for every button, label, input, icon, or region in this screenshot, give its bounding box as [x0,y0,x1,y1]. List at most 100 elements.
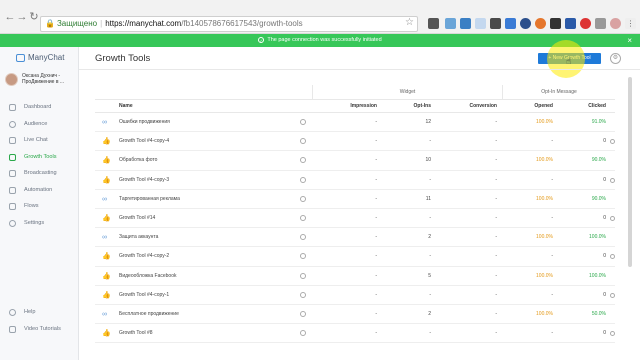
tool-name[interactable]: Growth Tool #4-copy-2 [119,247,169,266]
info-icon[interactable] [300,272,306,279]
back-icon[interactable]: ← [4,11,16,23]
table-row[interactable]: 👍 Growth Tool #4-copy-3 - - - - 0 [95,171,615,190]
extension-icon[interactable] [490,18,501,29]
sidebar-item-flows[interactable]: Flows [0,198,79,215]
like-icon[interactable]: 👍 [102,177,111,184]
tool-name[interactable]: Видеообложка Facebook [119,267,177,286]
info-icon[interactable] [610,331,615,337]
info-icon[interactable] [300,119,306,125]
table-row[interactable]: 👍 Growth Tool #14 - - - - 0 [95,209,615,229]
extension-icon[interactable] [520,18,531,29]
opened-value: 100.0% [536,234,553,241]
tool-name[interactable]: Обработка фото [119,151,157,170]
tool-name[interactable]: Growth Tool #4-copy-3 [119,171,169,190]
info-icon[interactable] [300,138,306,145]
table-row[interactable]: ∞ Защита аккаунта - 2 - 100.0% 100.0% [95,228,615,248]
link-icon[interactable]: ∞ [102,234,110,241]
info-icon[interactable] [300,157,306,164]
close-icon[interactable]: × [627,34,632,47]
like-icon[interactable]: 👍 [102,253,111,260]
info-icon[interactable] [610,254,615,260]
info-icon[interactable] [300,234,306,241]
link-icon[interactable]: ∞ [102,311,110,318]
table-row[interactable]: 👍 Growth Tool #8 - - - - 0 [95,324,615,344]
table-row[interactable]: 👍 Growth Tool #4-copy-4 - - - - 0 [95,132,615,152]
table-row[interactable]: ∞ Ошибки продвижения - 12 - 100.0% 91.0% [95,113,615,133]
optins-value: - [429,138,431,145]
forward-icon[interactable]: → [16,11,28,23]
info-icon[interactable] [300,214,306,221]
table-row[interactable]: ∞ Бесплатное продвижение - 2 - 100.0% 50.0% [95,305,615,325]
extension-icon[interactable] [565,18,576,29]
clicked-value: 0 [603,330,606,337]
tool-name[interactable]: Growth Tool #14 [119,209,155,228]
info-icon[interactable] [300,195,306,202]
sidebar-item-video-tutorials[interactable]: Video Tutorials [0,321,79,338]
extension-icon[interactable] [595,18,606,29]
table-row[interactable]: 👍 Growth Tool #4-copy-2 - - - - 0 [95,247,615,267]
extension-icon[interactable] [550,18,561,29]
info-icon[interactable] [300,253,306,260]
tool-name[interactable]: Ошибки продвижения [119,113,170,132]
extension-icon[interactable] [535,18,546,29]
sidebar-item-audience[interactable]: Audience [0,116,79,133]
table-row[interactable]: ∞ Таргетированная реклама - 11 - 100.0% 90.0% [95,190,615,209]
link-icon[interactable]: ∞ [102,196,110,203]
like-icon[interactable]: 👍 [102,273,111,280]
tool-name[interactable]: Growth Tool #8 [119,324,153,343]
brand-logo[interactable]: ManyChat [16,53,64,62]
table-row[interactable]: 👍 Growth Tool #4-copy-1 - - - - 0 [95,286,615,305]
like-icon[interactable]: 👍 [102,157,111,164]
table-column-header: Name Impression Opt-Ins Conversion Opene… [95,100,615,113]
bookmark-star-icon[interactable]: ☆ [405,17,414,28]
info-icon[interactable] [300,310,306,317]
info-icon[interactable] [300,330,306,337]
address-bar[interactable]: 🔒 Защищено | https://manychat.com/fb1405786… [40,16,418,32]
info-icon[interactable] [610,139,615,145]
sidebar-item-settings[interactable]: Settings [0,215,79,232]
sidebar-item-live-chat[interactable]: Live Chat [0,132,79,149]
sidebar-item-help[interactable]: Help [0,304,79,321]
extension-icon[interactable] [428,18,439,29]
col-opened[interactable]: Opened [517,100,553,113]
table-row[interactable]: 👍 Обработка фото - 10 - 100.0% 90.0% [95,151,615,171]
col-name[interactable]: Name [119,100,133,113]
conversion-value: - [495,195,497,202]
gear-icon[interactable]: ⚙ [610,53,621,64]
scrollbar[interactable] [628,77,632,267]
extension-icon[interactable] [445,18,456,29]
info-icon[interactable] [300,176,306,183]
optins-value: 2 [428,310,431,317]
tool-name[interactable]: Growth Tool #4-copy-1 [119,286,169,305]
sidebar-item-dashboard[interactable]: Dashboard [0,99,79,116]
extension-icon[interactable] [580,18,591,29]
table-row[interactable]: 👍 Видеообложка Facebook - 5 - 100.0% 100.0% [95,267,615,286]
link-icon[interactable]: ∞ [102,119,110,126]
col-optins[interactable]: Opt-Ins [395,100,432,113]
info-icon[interactable] [610,177,615,183]
tool-name[interactable]: Growth Tool #4-copy-4 [119,132,169,151]
extension-icon[interactable] [610,18,621,29]
col-impressions[interactable]: Impression [341,100,377,113]
info-icon[interactable] [610,292,615,298]
extension-icon[interactable] [475,18,486,29]
sidebar-item-broadcasting[interactable]: Broadcasting [0,165,79,182]
sidebar-item-growth-tools[interactable]: Growth Tools [0,149,79,166]
col-conversion[interactable]: Conversion [461,100,497,113]
tool-name[interactable]: Защита аккаунта [119,228,158,247]
info-icon[interactable] [610,215,615,221]
reload-icon[interactable]: ↻ [28,11,40,23]
sidebar-item-automation[interactable]: Automation [0,182,79,199]
like-icon[interactable]: 👍 [102,292,111,299]
info-icon[interactable] [300,291,306,298]
like-icon[interactable]: 👍 [102,138,111,145]
like-icon[interactable]: 👍 [102,330,111,337]
tool-name[interactable]: Бесплатное продвижение [119,305,179,324]
extension-icon[interactable] [505,18,516,29]
menu-icon[interactable]: ⋮ [625,18,636,29]
tool-name[interactable]: Таргетированная реклама [119,190,180,209]
account-switcher[interactable]: Оксана Духнич - ПроДвижение в ... [4,72,78,88]
extension-icon[interactable] [460,18,471,29]
like-icon[interactable]: 👍 [102,215,111,222]
col-clicked[interactable]: Clicked [570,100,606,113]
